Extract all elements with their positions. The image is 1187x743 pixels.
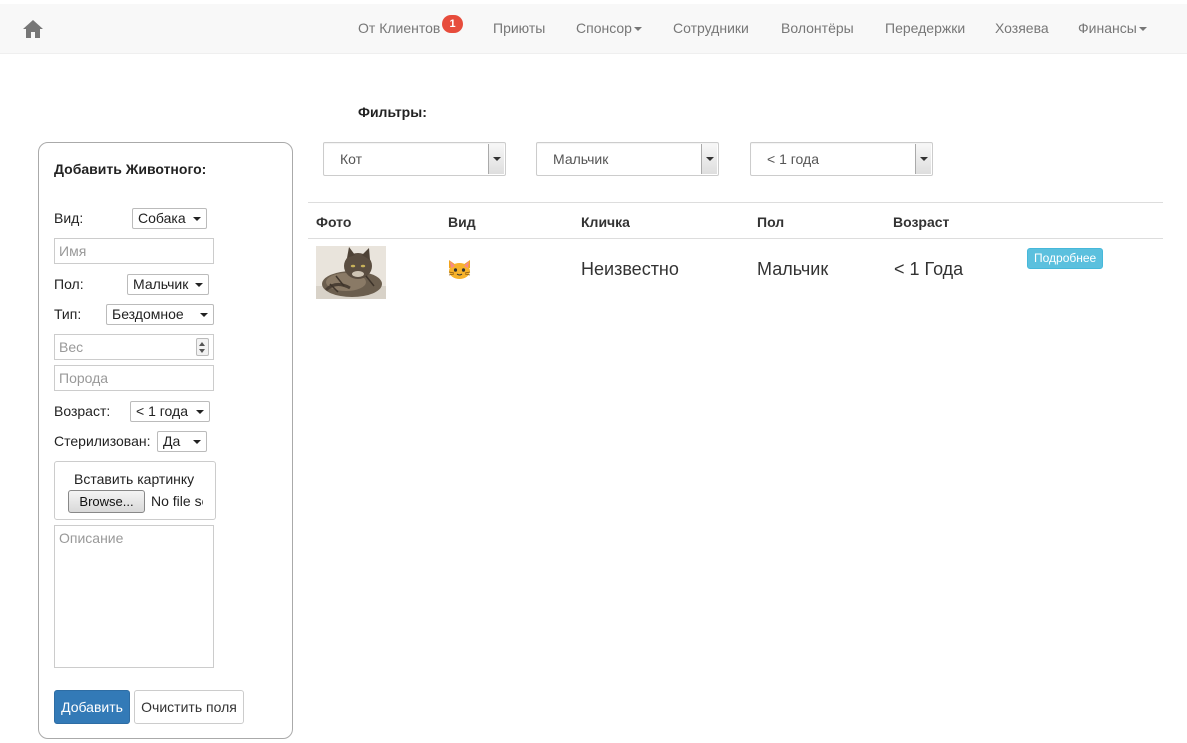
- filter-age-select[interactable]: < 1 года: [750, 142, 933, 176]
- nav-owners[interactable]: Хозяева: [995, 20, 1049, 36]
- type-label: Тип:: [54, 306, 82, 322]
- header-name: Кличка: [581, 214, 630, 230]
- description-textarea[interactable]: [54, 525, 214, 668]
- table-header: Фото Вид Кличка Пол Возраст: [308, 202, 1163, 239]
- cat-icon: [448, 260, 471, 279]
- animal-gender: Мальчик: [757, 259, 829, 279]
- nav-employees[interactable]: Сотрудники: [673, 20, 749, 36]
- no-file-text: No file selected.: [151, 493, 203, 509]
- gender-label: Пол:: [54, 276, 84, 292]
- dropdown-arrow-icon: [915, 144, 931, 174]
- species-select-value: Собака: [138, 210, 186, 226]
- chevron-down-icon: [633, 27, 642, 32]
- table-row: Неизвестно Мальчик < 1 Года Подробнее: [308, 239, 1163, 301]
- chevron-down-icon: [1138, 27, 1147, 32]
- species-label: Вид:: [54, 210, 84, 226]
- filter-species-value: Кот: [340, 151, 363, 167]
- spinner-down-icon[interactable]: [199, 349, 205, 353]
- gender-select[interactable]: Мальчик: [127, 274, 209, 295]
- sterilized-select[interactable]: Да: [157, 431, 207, 452]
- animal-age: < 1 Года: [894, 259, 964, 279]
- nav-finances-dropdown[interactable]: Финансы: [1078, 20, 1147, 36]
- dropdown-arrow-icon: [701, 144, 717, 174]
- type-select[interactable]: Бездомное: [106, 304, 214, 325]
- filter-age-value: < 1 года: [767, 151, 819, 167]
- filters-label: Фильтры:: [358, 104, 427, 120]
- sterilized-label: Стерилизован:: [54, 433, 151, 449]
- upload-label: Вставить картинку: [74, 471, 195, 487]
- nav-sponsor-dropdown[interactable]: Спонсор: [576, 20, 642, 36]
- nav-sponsor-label: Спонсор: [576, 20, 632, 36]
- age-label: Возраст:: [54, 403, 111, 419]
- cat-photo-image: [316, 246, 386, 299]
- gender-select-value: Мальчик: [133, 276, 189, 292]
- breed-input[interactable]: [54, 365, 214, 391]
- animals-table: Фото Вид Кличка Пол Возраст Неизвестно М…: [308, 202, 1163, 301]
- name-input[interactable]: [54, 238, 214, 264]
- type-select-value: Бездомное: [112, 306, 184, 322]
- add-button[interactable]: Добавить: [54, 690, 130, 724]
- dropdown-arrow-icon: [488, 144, 504, 174]
- notification-badge: 1: [442, 15, 463, 33]
- species-select[interactable]: Собака: [132, 208, 207, 229]
- header-age: Возраст: [893, 214, 950, 230]
- nav-volunteers[interactable]: Волонтёры: [781, 20, 854, 36]
- nav-from-clients[interactable]: От Клиентов: [358, 20, 440, 36]
- weight-spinner[interactable]: [196, 338, 209, 356]
- nav-finances-label: Финансы: [1078, 20, 1137, 36]
- image-upload-box: Вставить картинку Browse... No file sele…: [54, 461, 216, 520]
- home-icon[interactable]: [22, 19, 44, 39]
- spinner-up-icon[interactable]: [199, 342, 205, 346]
- weight-input[interactable]: [54, 334, 214, 360]
- add-animal-panel: Добавить Животного: Вид: Собака Пол: Мал…: [38, 142, 293, 739]
- top-navbar: От Клиентов 1 Приюты Спонсор Сотрудники …: [0, 4, 1187, 54]
- panel-title: Добавить Животного:: [54, 161, 207, 177]
- filter-gender-value: Мальчик: [553, 151, 609, 167]
- age-select[interactable]: < 1 года: [130, 401, 210, 422]
- animal-name: Неизвестно: [581, 259, 679, 279]
- clear-fields-button[interactable]: Очистить поля: [134, 690, 244, 724]
- nav-foster-homes[interactable]: Передержки: [885, 20, 965, 36]
- details-button[interactable]: Подробнее: [1027, 248, 1104, 269]
- sterilized-select-value: Да: [163, 433, 181, 449]
- browse-button[interactable]: Browse...: [68, 490, 145, 513]
- age-select-value: < 1 года: [136, 403, 188, 419]
- animal-photo: [316, 246, 386, 299]
- filter-species-select[interactable]: Кот: [323, 142, 506, 176]
- nav-shelters[interactable]: Приюты: [493, 20, 545, 36]
- header-photo: Фото: [316, 214, 352, 230]
- header-gender: Пол: [757, 214, 785, 230]
- header-species: Вид: [448, 214, 476, 230]
- filter-gender-select[interactable]: Мальчик: [536, 142, 719, 176]
